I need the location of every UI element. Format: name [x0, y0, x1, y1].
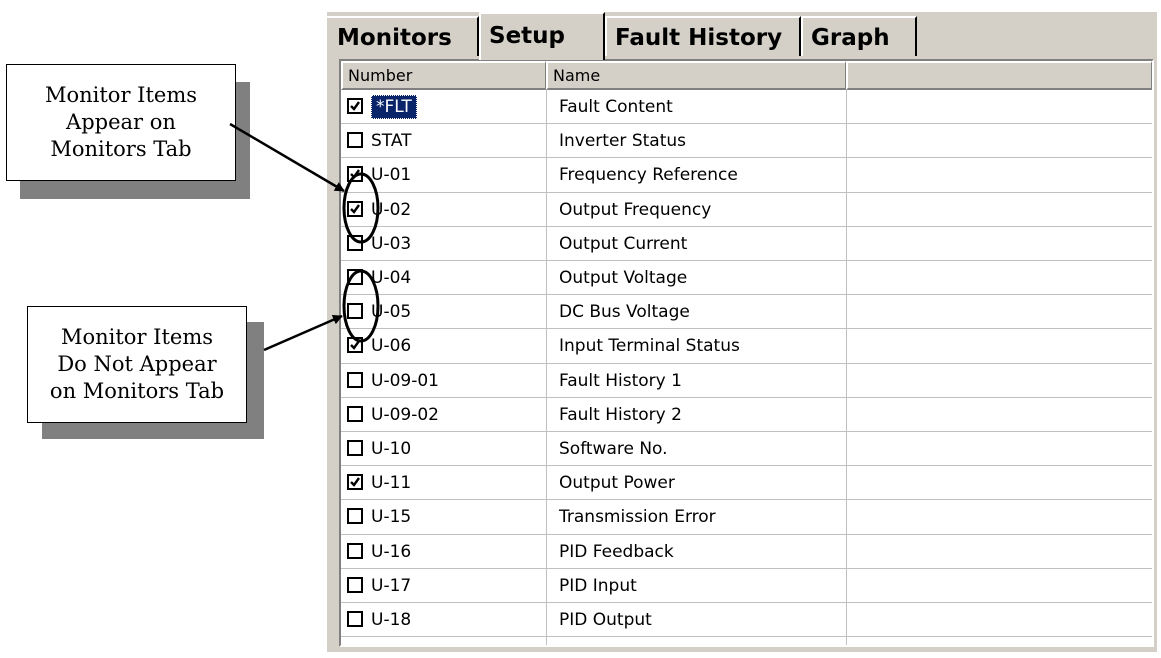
list-item[interactable]: U-09-01 Fault History 1: [341, 364, 1152, 398]
item-name: Output Current: [559, 233, 688, 254]
setup-panel: Number Name *FLT Fault Content STAT Inverte…: [327, 56, 1157, 652]
callout-not-appear-on-monitors: Monitor Items Do Not Appear on Monitors …: [27, 306, 247, 423]
item-name: Output Power: [559, 473, 675, 494]
item-name: Input Terminal Status: [559, 336, 740, 357]
callout-line: Monitor Items: [60, 325, 214, 349]
list-item[interactable]: U-11 Output Power: [341, 466, 1152, 501]
item-name: Fault Content: [559, 97, 673, 117]
checkbox[interactable]: [347, 508, 363, 525]
tab-monitors[interactable]: Monitors: [327, 16, 479, 58]
check-icon: [350, 477, 360, 488]
item-number: U-18: [371, 610, 412, 630]
column-header-number[interactable]: Number: [341, 61, 546, 90]
item-number: *FLT: [371, 90, 417, 124]
list-item[interactable]: U-15 Transmission Error: [341, 500, 1152, 535]
checkbox[interactable]: [347, 576, 363, 593]
callout-line: Do Not Appear: [57, 352, 217, 376]
list-item[interactable]: U-01 Frequency Reference: [341, 158, 1152, 193]
list-header: Number Name: [341, 61, 1152, 90]
item-number: U-11: [371, 473, 412, 494]
callout-line: on Monitors Tab: [49, 379, 225, 403]
checkbox[interactable]: [347, 234, 363, 251]
check-icon: [350, 101, 360, 111]
checkbox[interactable]: [347, 542, 363, 559]
item-number: U-01: [371, 165, 412, 186]
checkbox[interactable]: [347, 371, 363, 388]
checkbox[interactable]: [347, 303, 363, 320]
list-item[interactable]: U-18 PID Output: [341, 603, 1152, 638]
column-header-name[interactable]: Name: [546, 61, 846, 90]
row-divider: [341, 636, 1152, 638]
checkbox[interactable]: [347, 200, 363, 217]
item-number: U-06: [371, 336, 412, 357]
checkbox[interactable]: [347, 405, 363, 422]
checkbox[interactable]: [347, 166, 363, 183]
item-number: U-03: [371, 233, 412, 254]
item-name: Fault History 1: [559, 370, 682, 391]
item-number: U-02: [371, 199, 412, 220]
item-name: PID Output: [559, 610, 652, 630]
item-name: Fault History 2: [559, 404, 682, 425]
callout-appear-on-monitors: Monitor Items Appear on Monitors Tab: [6, 64, 236, 181]
item-name: DC Bus Voltage: [559, 302, 690, 323]
checkbox[interactable]: [347, 132, 363, 149]
check-icon: [350, 169, 360, 180]
item-name: PID Input: [559, 575, 637, 596]
item-number: STAT: [371, 131, 412, 152]
checkbox[interactable]: [347, 474, 363, 491]
checkbox[interactable]: [347, 337, 363, 354]
list-item[interactable]: U-17 PID Input: [341, 569, 1152, 603]
check-icon: [350, 340, 360, 351]
item-number: U-09-02: [371, 404, 439, 425]
checkbox[interactable]: [347, 440, 363, 456]
checkbox[interactable]: [347, 98, 363, 114]
item-number: U-04: [371, 268, 412, 288]
monitor-list[interactable]: Number Name *FLT Fault Content STAT Inverte…: [339, 59, 1154, 647]
item-name: Software No.: [559, 439, 668, 459]
item-number: U-16: [371, 541, 412, 562]
item-name: Output Voltage: [559, 268, 688, 288]
list-item[interactable]: U-10 Software No.: [341, 432, 1152, 467]
callout-line: Monitors Tab: [50, 137, 192, 161]
item-name: Inverter Status: [559, 131, 686, 152]
checkbox[interactable]: [347, 611, 363, 627]
list-item[interactable]: U-03 Output Current: [341, 227, 1152, 261]
item-name: Output Frequency: [559, 199, 712, 220]
callout-line: Monitor Items: [44, 83, 198, 107]
item-number: U-10: [371, 439, 412, 459]
item-name: Frequency Reference: [559, 165, 738, 186]
column-header-blank[interactable]: [846, 61, 1152, 90]
tab-setup[interactable]: Setup: [479, 12, 605, 60]
list-item[interactable]: U-06 Input Terminal Status: [341, 329, 1152, 364]
list-item[interactable]: U-09-02 Fault History 2: [341, 398, 1152, 432]
item-number: U-15: [371, 507, 412, 528]
check-icon: [350, 203, 360, 214]
item-number: U-05: [371, 302, 412, 323]
list-item[interactable]: U-02 Output Frequency: [341, 193, 1152, 227]
selected-item-number: *FLT: [371, 95, 417, 119]
item-number: U-09-01: [371, 370, 439, 391]
item-name: PID Feedback: [559, 541, 674, 562]
tab-strip: Monitors Setup Fault History Graph: [327, 12, 1157, 60]
list-item[interactable]: *FLT Fault Content: [341, 90, 1152, 125]
tab-fault-history[interactable]: Fault History: [605, 16, 801, 58]
checkbox[interactable]: [347, 269, 363, 285]
callout-line: Appear on: [66, 110, 176, 134]
list-item[interactable]: U-05 DC Bus Voltage: [341, 295, 1152, 330]
list-item[interactable]: STAT Inverter Status: [341, 124, 1152, 159]
item-number: U-17: [371, 575, 412, 596]
list-item[interactable]: U-16 PID Feedback: [341, 535, 1152, 569]
item-name: Transmission Error: [559, 507, 716, 528]
list-item[interactable]: U-04 Output Voltage: [341, 261, 1152, 296]
tab-graph[interactable]: Graph: [801, 16, 917, 58]
